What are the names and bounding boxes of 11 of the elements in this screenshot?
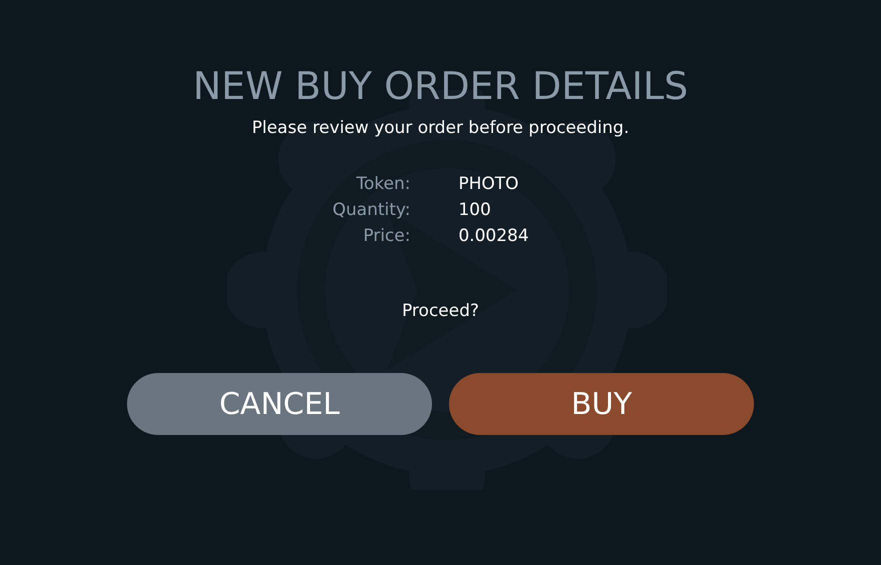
buy-button[interactable]: BUY — [449, 373, 754, 435]
confirm-prompt: Proceed? — [402, 301, 480, 321]
subtitle: Please review your order before proceeding. — [252, 118, 630, 138]
detail-value: 0.00284 — [458, 226, 530, 246]
detail-value: 100 — [458, 200, 492, 220]
detail-label: Token: — [355, 174, 410, 194]
detail-label: Quantity: — [332, 200, 410, 220]
cancel-button[interactable]: CANCEL — [127, 373, 432, 435]
dialog-title: NEW BUY ORDER DETAILS — [192, 63, 688, 110]
detail-value: PHOTO — [458, 174, 520, 194]
detail-label: Price: — [362, 226, 410, 246]
